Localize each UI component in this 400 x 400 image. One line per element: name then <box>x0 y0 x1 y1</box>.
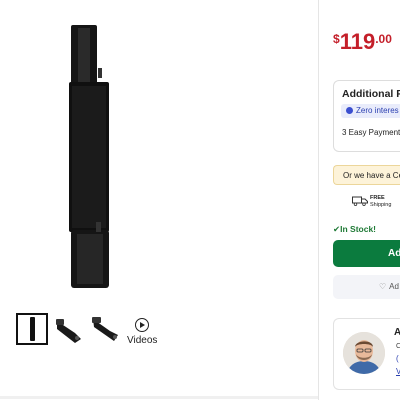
add-to-cart-button[interactable]: Ad <box>333 240 400 267</box>
product-price: $119.00 <box>333 29 392 55</box>
certified-banner[interactable]: Or we have a Cer <box>333 165 400 185</box>
column-divider <box>318 0 319 400</box>
wishlist-label: Ad <box>389 282 399 291</box>
easy-payments-text: 3 Easy Payment <box>342 128 400 137</box>
image-section-border <box>0 396 318 399</box>
add-to-wishlist-button[interactable]: ♡ Ad <box>333 275 400 299</box>
videos-thumbnail[interactable]: Videos <box>127 318 157 346</box>
heart-icon: ♡ <box>379 282 387 291</box>
advisor-avatar <box>343 332 385 374</box>
free-shipping-line2: Shipping <box>370 201 392 208</box>
stock-status-label: In Stock! <box>340 224 377 234</box>
videos-label: Videos <box>127 335 158 346</box>
play-icon <box>135 318 149 332</box>
thumbnail-1[interactable] <box>16 313 48 345</box>
advisor-name: A <box>394 327 400 338</box>
thumbnail-3[interactable] <box>90 313 122 345</box>
payment-options-title: Additional Pa <box>342 88 400 100</box>
stock-status: ✔In Stock! <box>333 224 376 235</box>
price-currency: $ <box>333 32 340 46</box>
advisor-phone[interactable]: ( <box>396 354 399 363</box>
zero-interest-badge[interactable]: Zero interes <box>341 104 400 118</box>
free-shipping-label: FREE Shipping <box>370 195 391 208</box>
zero-interest-label: Zero interes <box>356 106 399 115</box>
advisor-link[interactable]: V <box>396 367 400 376</box>
zero-interest-icon <box>346 107 353 114</box>
product-main-image[interactable] <box>60 20 120 290</box>
thumbnail-2[interactable] <box>53 313 85 345</box>
advisor-line1: C <box>396 343 400 350</box>
price-dollars: 119 <box>339 29 376 54</box>
thumbnail-image <box>56 319 81 343</box>
thumbnail-image <box>30 317 35 341</box>
truck-icon <box>352 196 368 206</box>
thumbnail-image <box>92 317 118 341</box>
price-cents: .00 <box>375 32 392 46</box>
